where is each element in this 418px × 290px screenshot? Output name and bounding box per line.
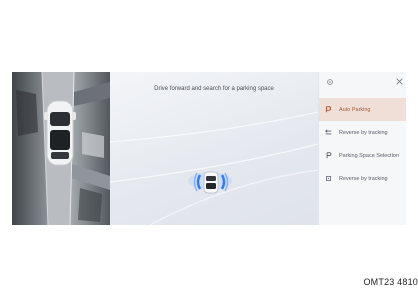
parking-screen: Drive forward and search for a parking s… (12, 72, 406, 225)
parking-mode-menu: Auto Parking Reverse by tracking Parking… (319, 98, 406, 190)
auto-parking-icon (325, 106, 332, 113)
panel-header (319, 72, 406, 90)
menu-item-label: Reverse by tracking (339, 129, 388, 136)
menu-item-auto-parking[interactable]: Auto Parking (319, 98, 406, 121)
reverse-tracking-icon (325, 129, 332, 136)
menu-item-parking-space-selection[interactable]: Parking Space Selection (319, 144, 406, 167)
camera-image (12, 72, 110, 225)
menu-item-label: Parking Space Selection (339, 152, 399, 159)
figure-code: OMT23 4810 (363, 277, 418, 287)
menu-item-reverse-tracking[interactable]: Reverse by tracking (319, 121, 406, 144)
parking-scene (110, 111, 318, 225)
vehicle-top-view (44, 100, 76, 166)
menu-item-label: Auto Parking (339, 106, 371, 113)
close-icon[interactable] (396, 78, 403, 85)
parking-function-panel: Auto Parking Reverse by tracking Parking… (318, 72, 406, 225)
parking-guidance-area: Drive forward and search for a parking s… (110, 72, 318, 225)
parking-space-selection-icon (325, 152, 332, 159)
menu-item-reverse-tracking-2[interactable]: Reverse by tracking (319, 167, 406, 190)
surround-camera-view (12, 72, 110, 225)
gear-icon[interactable] (326, 78, 334, 86)
reverse-tracking-icon (325, 175, 332, 182)
ego-vehicle-icon (188, 171, 232, 194)
menu-item-label: Reverse by tracking (339, 175, 388, 182)
